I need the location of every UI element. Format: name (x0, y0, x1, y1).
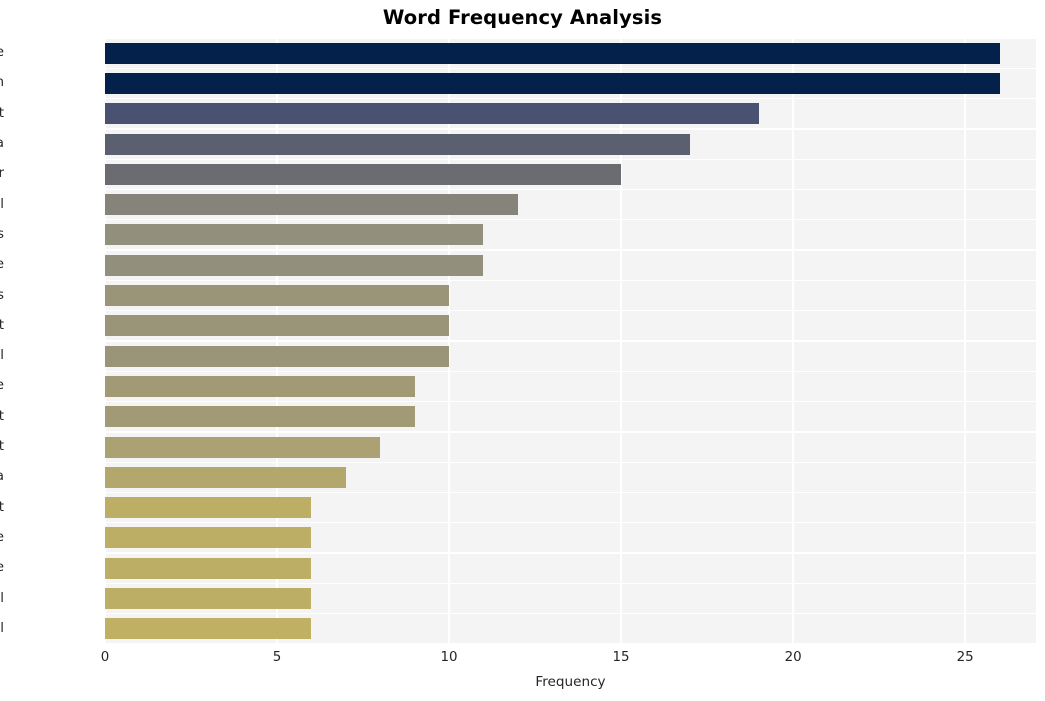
bar (105, 72, 1000, 94)
y-axis-tick-label: list (0, 105, 4, 121)
y-axis-tick-label: council (0, 590, 4, 606)
bar (105, 618, 312, 640)
bar (105, 315, 450, 337)
y-axis-tick-label: sponsor (0, 166, 4, 182)
bar (105, 557, 312, 579)
word-frequency-chart-figure: Word Frequency Analysis state terrorism li… (0, 0, 1045, 701)
bar (105, 42, 1000, 64)
y-axis-tick-label: countries (0, 287, 4, 303)
bar (105, 133, 690, 155)
y-axis-tick-label: state (0, 45, 4, 61)
horizontal-gridline (105, 128, 1036, 130)
horizontal-gridline (105, 522, 1036, 524)
horizontal-gridline (105, 158, 1036, 160)
horizontal-gridline (105, 582, 1036, 585)
y-axis-tick-label: israel (0, 348, 4, 364)
bar (105, 375, 415, 397)
bar (105, 497, 312, 519)
horizontal-gridline (105, 219, 1036, 221)
horizontal-gridline (105, 67, 1036, 69)
horizontal-gridline (105, 188, 1036, 191)
horizontal-gridline (105, 279, 1036, 282)
bar (105, 436, 381, 458)
horizontal-gridline (105, 249, 1036, 251)
bar (105, 345, 450, 367)
x-axis-tick-label: 0 (100, 650, 110, 665)
horizontal-gridline (105, 340, 1036, 342)
horizontal-gridline (105, 370, 1036, 372)
horizontal-gridline (105, 491, 1036, 494)
horizontal-gridline (105, 613, 1036, 615)
plot-area (104, 37, 1036, 645)
y-axis-tick-label: international (0, 196, 4, 212)
horizontal-gridline (105, 552, 1036, 554)
bar (105, 194, 518, 216)
horizontal-gridline (105, 37, 1036, 39)
horizontal-gridline (105, 310, 1036, 312)
y-axis-tick-label: unite (0, 257, 4, 273)
bar (105, 224, 484, 246)
bar (105, 103, 759, 125)
x-axis-tick-label: 10 (440, 650, 458, 665)
y-axis-tick-label: people (0, 560, 4, 576)
horizontal-gridline (105, 643, 1036, 645)
y-axis-tick-label: ucms (0, 226, 4, 242)
y-axis-tick-label: africa (0, 469, 4, 485)
y-axis-tick-label: terrorism (0, 75, 4, 91)
x-axis-tick-label: 25 (956, 650, 974, 665)
bar (105, 285, 450, 307)
x-axis-label: Frequency (535, 674, 606, 690)
y-axis-tick-label: cuba (0, 136, 4, 152)
horizontal-gridline (105, 400, 1036, 403)
y-axis-tick-label: terrorist (0, 408, 4, 424)
y-axis-tick-label: act (0, 439, 4, 455)
y-axis-tick-label: article (0, 530, 4, 546)
bar (105, 163, 622, 185)
bar (105, 588, 312, 610)
bar (105, 466, 346, 488)
horizontal-gridline (105, 431, 1036, 433)
bar (105, 406, 415, 428)
page-title: Word Frequency Analysis (382, 6, 663, 29)
y-axis-tick-label: right (0, 499, 4, 515)
y-axis-tick-label: support (0, 317, 4, 333)
y-axis-tick-label: national (0, 620, 4, 636)
bar (105, 527, 312, 549)
x-axis-tick-label: 5 (272, 650, 282, 665)
y-axis-tick-label: include (0, 378, 4, 394)
horizontal-gridline (105, 461, 1036, 463)
horizontal-gridline (105, 97, 1036, 100)
bar (105, 254, 484, 276)
x-axis-tick-label: 15 (612, 650, 630, 665)
x-axis-tick-label: 20 (784, 650, 802, 665)
